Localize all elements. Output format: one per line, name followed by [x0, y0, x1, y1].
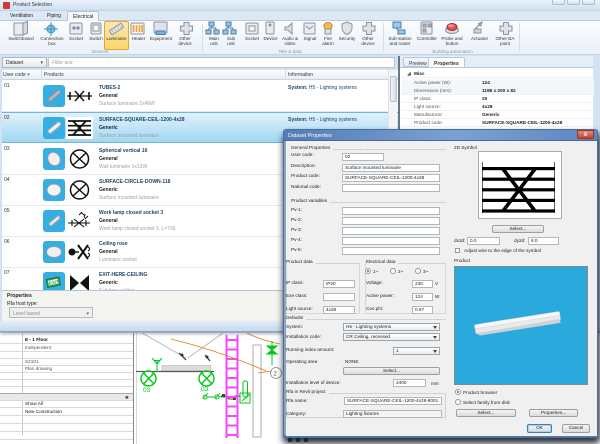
svg-text:03: 03	[143, 387, 151, 394]
svg-text:03: 03	[201, 386, 209, 393]
svg-text:2: 2	[274, 372, 278, 378]
